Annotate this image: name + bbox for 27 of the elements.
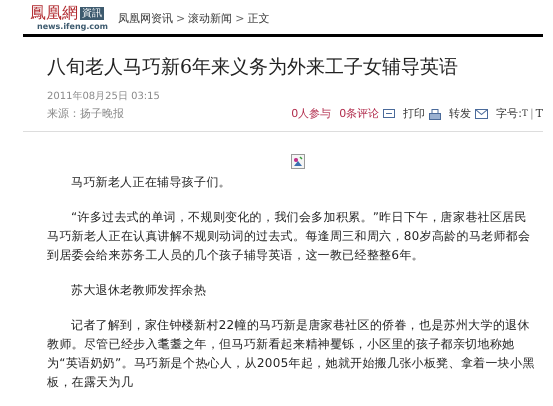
article-title: 八旬老人马巧新6年来义务为外来工子女辅导英语	[47, 55, 460, 79]
broken-image-icon	[291, 154, 305, 168]
article-paragraph: 苏大退休老教师发挥余热	[70, 282, 208, 298]
font-size-label: 字号:	[496, 106, 522, 122]
logo-badge: 資訊	[80, 6, 104, 20]
font-size-divider: |	[530, 106, 534, 122]
breadcrumb-link[interactable]: 凤凰网资讯	[118, 10, 173, 27]
count-link[interactable]: 0人参与	[291, 106, 332, 122]
article-paragraph: 马巧新老人正在辅导孩子们。	[70, 174, 232, 190]
article-source: 来源：扬子晚报	[47, 106, 124, 122]
article-paragraph: “许多过去式的单词，不规则变化的，我们会多加积累。”昨日下午，唐家巷社区居民马巧新老人正在认真讲解不规则动词的过去式。每逢周三和周六，80岁高龄的马老师都会到居委会给来苏务工人员的几个孩子辅导英语，这一教已经整整6年。	[47, 208, 532, 264]
envelope-icon	[475, 109, 488, 120]
logo-domain: news.ifeng.com	[37, 22, 108, 31]
article-paragraph: 记者了解到，家住钟楼新村22幢的马巧新是唐家巷社区的侨眷，也是苏州大学的退休教师。尽管已经步入耄耋之年，但马巧新看起来精神矍铄，小区里的孩子都亲切地称她为“英语奶奶”。马巧新是个热心人，从2005年起，她就开始搬几张小板凳、拿着一块小黑板，在露天为几	[47, 316, 536, 390]
count-link[interactable]: 0条评论	[339, 106, 380, 122]
large-font-link[interactable]: T	[536, 106, 543, 122]
small-font-link[interactable]: T	[522, 108, 528, 121]
breadcrumb-link[interactable]: 正文	[247, 10, 270, 27]
action-link[interactable]: 转发	[449, 106, 472, 122]
printer-icon	[429, 108, 442, 120]
action-link[interactable]: 打印	[403, 106, 426, 122]
publish-date: 2011年08月25日 03:15	[47, 91, 160, 102]
breadcrumb-separator: >	[235, 10, 244, 26]
breadcrumb-separator: >	[176, 10, 186, 26]
logo-text: 鳳凰網	[30, 4, 78, 22]
breadcrumb-link[interactable]: 滚动新闻	[188, 10, 232, 27]
comment-icon	[383, 109, 396, 120]
